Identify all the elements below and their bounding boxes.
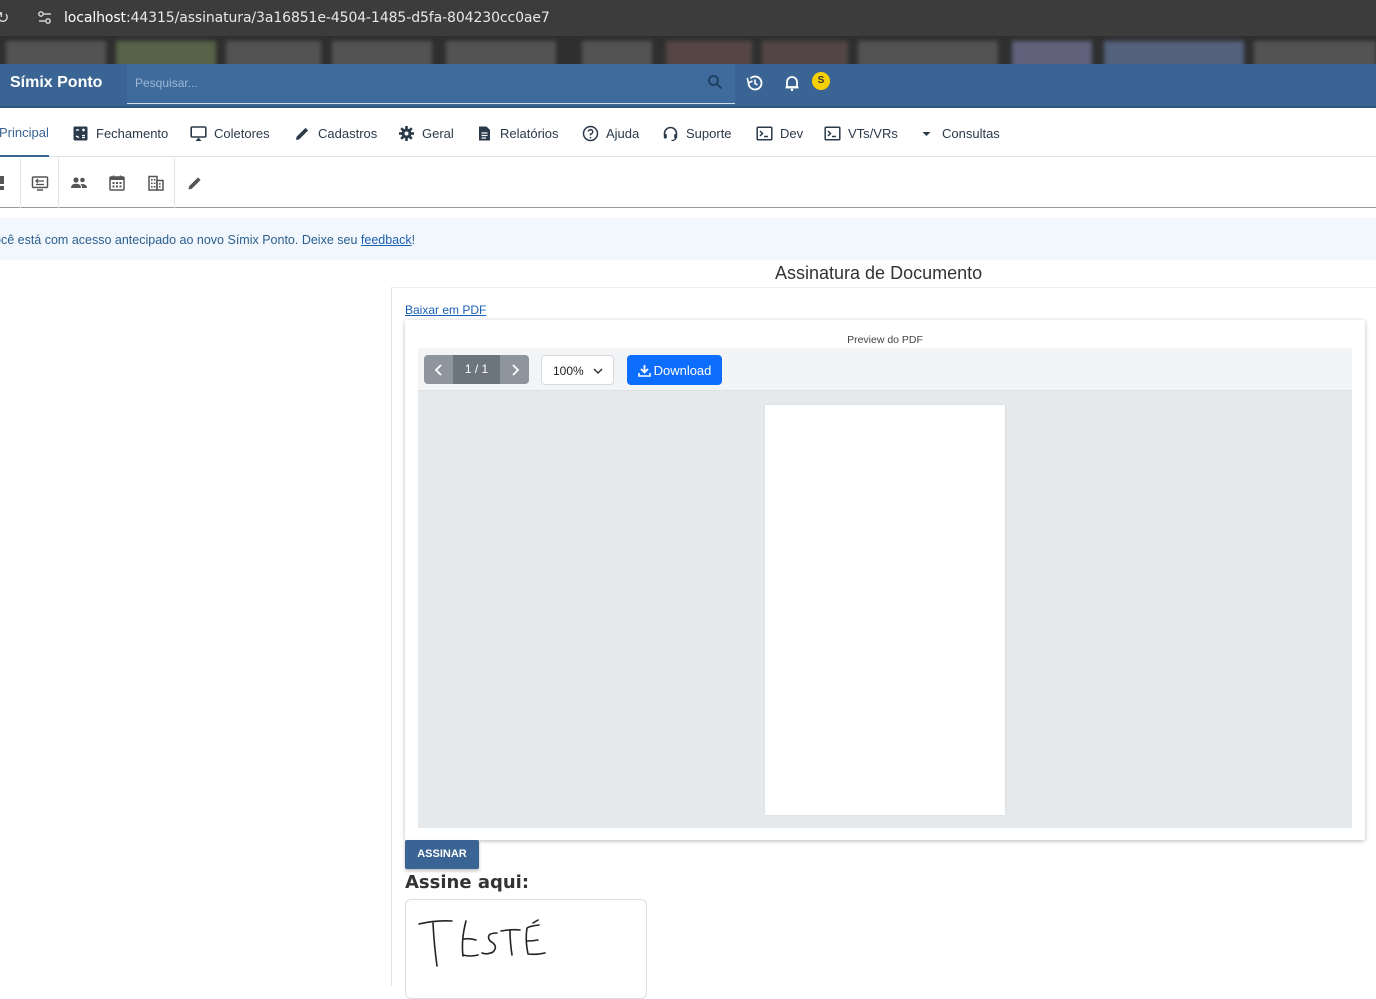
tab-label: Dev [780,126,804,141]
sub-dashboard-button[interactable] [0,172,16,194]
chevron-left-icon [434,363,442,376]
download-label: Download [653,362,712,378]
tab-label: Suporte [686,126,732,141]
banner-suffix: ! [411,233,416,247]
next-page-button[interactable] [500,355,529,384]
site-info-icon[interactable] [36,9,54,27]
signature-drawing [418,919,546,967]
pencil-icon [296,127,309,140]
page-indicator: 1 / 1 [453,355,500,384]
pdf-toolbar: 1 / 1 100% Download [418,348,1352,391]
tab-label: Consultas [942,126,1000,141]
pdf-page [765,405,1005,815]
avatar[interactable]: S [812,72,830,90]
search-box [127,64,735,104]
bell-icon[interactable] [782,73,802,93]
terminal-icon [756,126,773,141]
browser-address-bar: ↻ localhost:44315/assinatura/3a16851e-45… [0,0,1376,36]
signature-pad[interactable] [405,899,647,999]
app-title[interactable]: Símix Ponto [10,74,102,92]
tab-dev[interactable]: Dev [756,110,803,157]
tab-fechamento[interactable]: Fechamento [72,110,168,157]
sub-transfer-button[interactable] [29,172,51,194]
download-pdf-link[interactable]: Baixar em PDF [405,303,486,317]
building-icon [148,175,164,191]
tab-principal[interactable]: Principal [0,110,49,157]
tab-relatorios[interactable]: Relatórios [476,110,559,157]
pdf-preview-caption: Preview do PDF [847,334,923,346]
tab-label: Geral [422,126,454,141]
sub-calendar-button[interactable] [106,172,128,194]
tab-vts-vrs[interactable]: VTs/VRs [824,110,898,157]
tab-label: Principal [0,125,49,140]
pdf-preview-card: Preview do PDF 1 / 1 100% Download [405,320,1365,840]
calendar-icon [109,175,125,191]
reload-icon[interactable]: ↻ [0,8,9,28]
pencil-icon [188,177,201,190]
monitor-icon [190,126,207,141]
chevron-right-icon [511,363,519,376]
zoom-select[interactable]: 100% [541,355,614,385]
tab-label: VTs/VRs [848,126,898,141]
dashboard-icon [0,176,4,190]
tab-suporte[interactable]: Suporte [662,110,732,157]
search-input[interactable] [135,73,695,93]
document-icon [479,126,490,141]
tab-geral[interactable]: Geral [398,110,454,157]
sub-toolbar [0,158,1376,208]
terminal-icon [824,126,841,141]
search-icon[interactable] [707,74,723,90]
people-icon [71,177,87,188]
page-title: Assinatura de Documento [775,263,983,283]
signature-label: Assine aqui: [405,872,530,893]
zoom-value: 100% [553,364,584,378]
pagination-group: 1 / 1 [424,355,529,384]
sub-people-button[interactable] [68,172,90,194]
transfer-icon [31,176,49,191]
banner-text: ocê está com acesso antecipado ao novo S… [0,233,361,247]
chevron-down-icon [593,368,603,375]
tab-label: Ajuda [606,126,640,141]
tab-label: Fechamento [96,126,169,141]
pdf-viewport[interactable] [418,391,1352,828]
download-button[interactable]: Download [627,355,722,385]
app-header: Símix Ponto S [0,64,1376,108]
help-icon [582,125,599,142]
caret-down-icon [922,132,931,136]
main-nav: Principal Fechamento Coletores Cadastros… [0,110,1376,157]
tab-label: Relatórios [500,126,559,141]
history-icon[interactable] [745,73,765,93]
gear-icon [399,126,414,141]
early-access-banner: ocê está com acesso antecipado ao novo S… [0,218,1376,260]
sub-building-button[interactable] [145,172,167,194]
headset-icon [663,126,678,142]
url-field[interactable]: localhost:44315/assinatura/3a16851e-4504… [64,10,550,26]
prev-page-button[interactable] [424,355,453,384]
tab-consultas[interactable]: Consultas [918,110,1000,157]
download-icon [637,364,651,377]
tab-ajuda[interactable]: Ajuda [582,110,639,157]
tab-label: Cadastros [318,126,378,141]
feedback-link[interactable]: feedback [361,233,412,247]
tab-coletores[interactable]: Coletores [190,110,270,157]
sub-edit-button[interactable] [184,172,206,194]
calculator-icon [73,126,88,141]
sign-button[interactable]: ASSINAR [405,840,479,869]
tab-label: Coletores [214,126,270,141]
tab-cadastros[interactable]: Cadastros [294,110,377,157]
